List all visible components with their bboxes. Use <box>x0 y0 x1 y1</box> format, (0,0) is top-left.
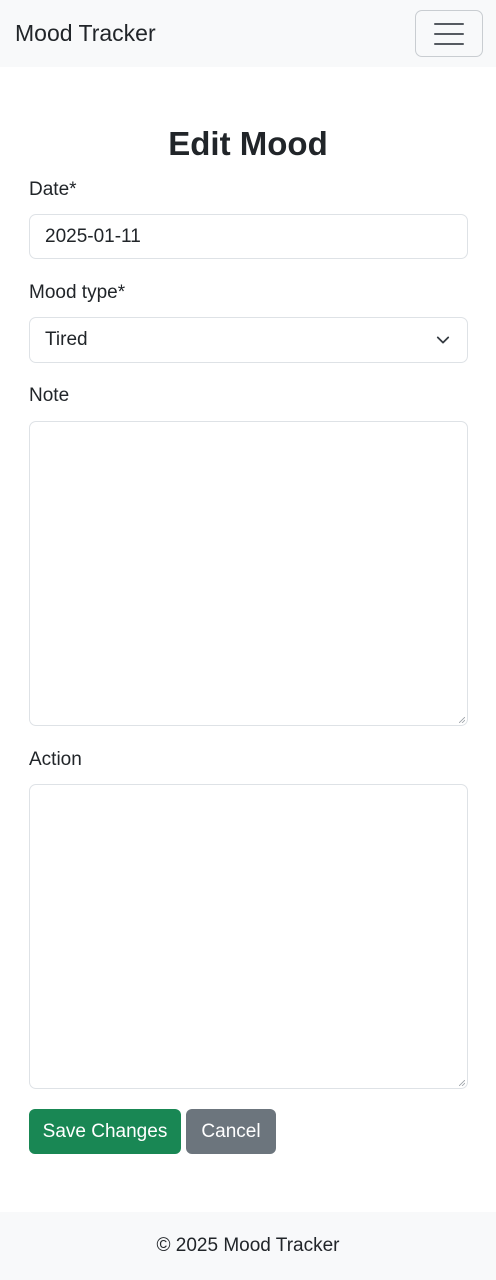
navbar-toggler-button[interactable] <box>415 10 483 57</box>
date-input[interactable]: 2025-01-11 <box>29 214 468 259</box>
mood-type-select[interactable]: Tired <box>29 317 468 363</box>
footer: © 2025 Mood Tracker <box>0 1212 496 1280</box>
resize-grip-icon[interactable] <box>459 717 465 723</box>
footer-copyright: © 2025 Mood Tracker <box>156 1235 340 1256</box>
resize-grip-icon[interactable] <box>459 1080 465 1086</box>
chevron-down-icon <box>436 336 450 344</box>
action-label: Action <box>29 749 82 770</box>
cancel-button[interactable]: Cancel <box>186 1109 276 1154</box>
date-label: Date* <box>29 179 77 200</box>
action-textarea[interactable] <box>29 784 468 1089</box>
note-label: Note <box>29 385 70 406</box>
page-title: Edit Mood <box>168 125 328 162</box>
mood-type-selected-value: Tired <box>45 329 88 350</box>
navbar: Mood Tracker <box>0 0 496 67</box>
save-changes-button[interactable]: Save Changes <box>29 1109 181 1154</box>
note-textarea[interactable] <box>29 421 468 726</box>
mood-type-label: Mood type* <box>29 282 126 303</box>
navbar-brand[interactable]: Mood Tracker <box>15 19 156 47</box>
hamburger-icon <box>434 23 464 25</box>
